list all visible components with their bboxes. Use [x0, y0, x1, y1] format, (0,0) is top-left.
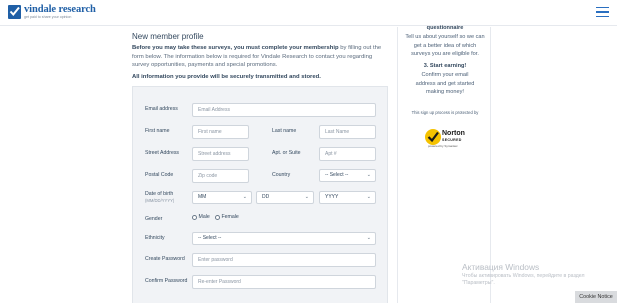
norton-powered: powered by Symantec — [428, 144, 458, 148]
registration-form: Email address Email Address First name F… — [132, 86, 388, 303]
password-field[interactable]: Enter password — [192, 253, 376, 267]
confirm-password-label: Confirm Password — [145, 278, 188, 284]
intro-text: Before you may take these surveys, you m… — [132, 44, 382, 70]
chevron-down-icon: ⌄ — [366, 235, 371, 241]
radio-circle-icon — [192, 214, 197, 220]
watermark-title: Активация Windows — [462, 262, 540, 272]
dob-label: Date of birth — [145, 191, 174, 197]
postal-code-field[interactable]: Zip code — [192, 169, 249, 183]
street-address-field[interactable]: Street address — [192, 147, 249, 161]
dob-year-select[interactable]: YYYY ⌄ — [319, 191, 376, 204]
gender-male-radio[interactable]: Male — [192, 214, 210, 220]
last-name-label: Last name — [272, 128, 297, 134]
norton-secured: SECURED — [442, 138, 462, 142]
dob-day-select[interactable]: DD ⌄ — [256, 191, 314, 204]
ethnicity-select[interactable]: -- Select -- ⌄ — [192, 232, 376, 245]
month-value: MM — [198, 194, 207, 200]
step2-title-tail: questionnaire — [426, 25, 464, 31]
dob-month-select[interactable]: MM ⌄ — [192, 191, 252, 204]
country-select-value: -- Select -- — [325, 172, 349, 178]
confirm-password-field[interactable]: Re-enter Password — [192, 275, 376, 289]
first-name-label: First name — [145, 128, 170, 134]
chevron-down-icon: ⌄ — [242, 194, 247, 200]
gender-male-label: Male — [198, 214, 210, 220]
hamburger-menu-icon[interactable] — [596, 7, 609, 18]
apt-suite-label: Apt. or Suite — [272, 150, 301, 156]
page-title: New member profile — [132, 32, 204, 41]
step3-title: 3. Start earning! — [423, 63, 467, 69]
windows-activation-watermark: Активация Windows Чтобы активировать Win… — [462, 262, 612, 287]
year-value: YYYY — [325, 194, 339, 200]
chevron-down-icon: ⌄ — [304, 194, 309, 200]
country-label: Country — [272, 172, 291, 178]
chevron-down-icon: ⌄ — [366, 172, 371, 178]
logo-tagline: get paid to share your opinion — [24, 15, 72, 19]
secure-note: All information you provide will be secu… — [132, 74, 321, 80]
protected-by-text: This sign up process is protected by — [411, 110, 479, 115]
step2-text: Tell us about yourself so we can get a b… — [405, 34, 485, 58]
cookie-notice-button[interactable]: Cookie Notice — [575, 291, 617, 303]
apt-suite-field[interactable]: Apt # — [319, 147, 376, 161]
dob-format: (MM/DD/YYYY) — [145, 198, 175, 203]
gender-female-radio[interactable]: Female — [215, 214, 239, 220]
logo-name: vindale research — [24, 4, 96, 15]
country-select[interactable]: -- Select -- ⌄ — [319, 169, 376, 182]
checkmark-logo-icon — [8, 5, 21, 19]
ethnicity-select-value: -- Select -- — [198, 235, 222, 241]
vindale-logo[interactable]: vindale research get paid to share your … — [8, 4, 96, 21]
gender-female-label: Female — [221, 214, 239, 220]
step3-text: Confirm your email address and get start… — [415, 72, 475, 96]
radio-circle-icon — [215, 214, 220, 220]
postal-code-label: Postal Code — [145, 172, 174, 178]
intro-bold: Before you may take these surveys, you m… — [132, 45, 339, 51]
email-field[interactable]: Email Address — [192, 103, 376, 117]
street-address-label: Street Address — [145, 150, 180, 156]
norton-brand: Norton — [442, 130, 465, 137]
ethnicity-label: Ethnicity — [145, 235, 165, 241]
day-value: DD — [262, 194, 270, 200]
norton-secured-badge[interactable]: Norton SECURED powered by Symantec — [424, 127, 466, 149]
last-name-field[interactable]: Last Name — [319, 125, 376, 139]
chevron-down-icon: ⌄ — [366, 194, 371, 200]
first-name-field[interactable]: First name — [192, 125, 249, 139]
create-password-label: Create Password — [145, 256, 185, 262]
email-label: Email address — [145, 106, 178, 112]
gender-label: Gender — [145, 216, 163, 222]
site-header: vindale research get paid to share your … — [0, 0, 617, 26]
watermark-subtitle: Чтобы активировать Windows, перейдите в … — [462, 273, 585, 286]
